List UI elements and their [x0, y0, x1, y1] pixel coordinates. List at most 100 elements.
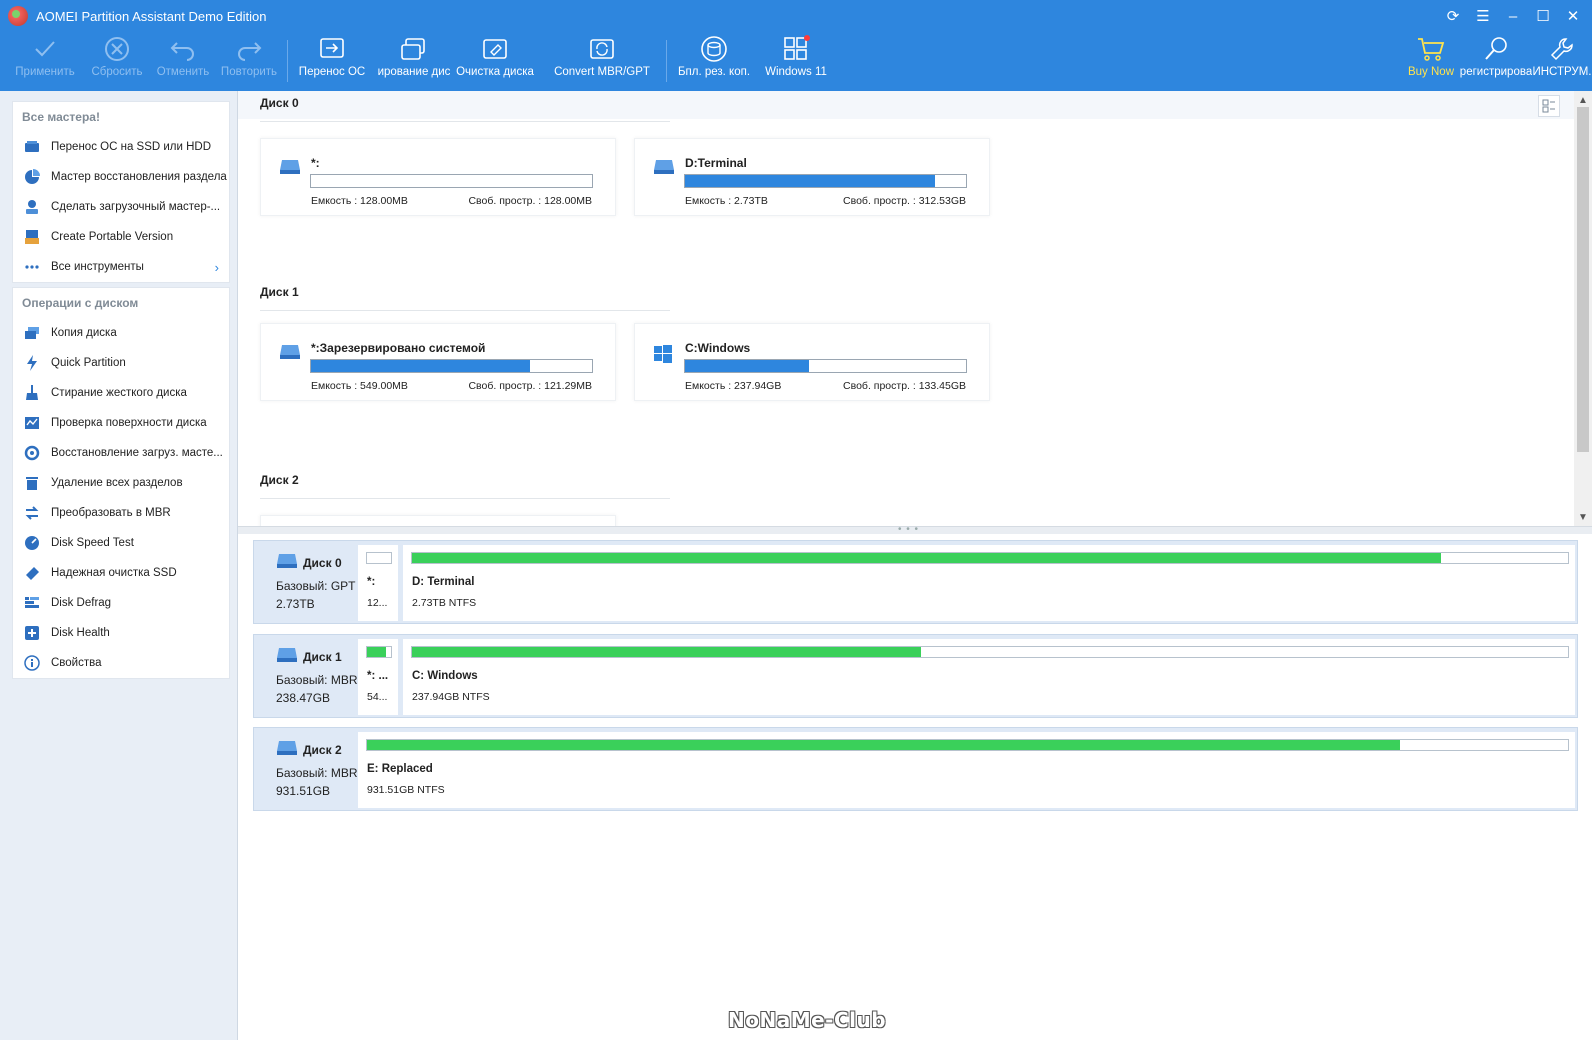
- sidebar-item-label: Восстановление загруз. масте...: [51, 447, 223, 459]
- wipe-disk-button[interactable]: Очистка диска: [455, 32, 535, 91]
- partition-info: 2.73TB NTFS: [412, 597, 477, 609]
- partition-card[interactable]: D:Terminal Емкость : 2.73TB Своб. простр. …: [634, 138, 990, 216]
- sidebar-item[interactable]: Disk Speed Test: [13, 528, 229, 558]
- maximize-icon[interactable]: ☐: [1528, 4, 1558, 28]
- app-logo-icon: [8, 6, 28, 26]
- sidebar-item[interactable]: Восстановление загруз. масте...: [13, 438, 229, 468]
- disk-icon: [279, 159, 301, 178]
- sidebar-item[interactable]: Все инструменты ›: [13, 252, 229, 282]
- partition-label: D: Terminal: [412, 576, 475, 588]
- recovery-icon: [23, 168, 41, 186]
- buy-now-button[interactable]: Buy Now: [1404, 32, 1458, 91]
- usage-bar-fill: [685, 360, 809, 372]
- sidebar-item[interactable]: Create Portable Version: [13, 222, 229, 252]
- disk-info[interactable]: Диск 0 Базовый: GPT 2.73TB: [254, 541, 358, 623]
- close-icon[interactable]: ✕: [1558, 4, 1588, 28]
- partition-block[interactable]: D: Terminal 2.73TB NTFS: [403, 545, 1575, 621]
- partition-block[interactable]: *: 12...: [358, 545, 398, 621]
- disk-icon: [653, 159, 675, 178]
- refresh-icon[interactable]: ⟳: [1438, 4, 1468, 28]
- pane-splitter[interactable]: • • •: [238, 524, 1592, 535]
- usage-bar: [684, 359, 967, 373]
- usage-bar-fill: [367, 647, 386, 657]
- health-icon: [23, 624, 41, 642]
- minimize-icon[interactable]: –: [1498, 4, 1528, 28]
- sidebar-item-label: Все инструменты: [51, 261, 144, 273]
- sidebar-item[interactable]: Мастер восстановления раздела: [13, 162, 229, 192]
- partition-card[interactable]: *:Зарезервировано системой Емкость : 549.…: [260, 323, 616, 401]
- sidebar-item[interactable]: Преобразовать в MBR: [13, 498, 229, 528]
- partition-block[interactable]: C: Windows 237.94GB NTFS: [403, 639, 1575, 715]
- tools-button[interactable]: ИНСТРУМ.: [1532, 32, 1592, 91]
- sidebar-item[interactable]: Копия диска: [13, 318, 229, 348]
- sidebar-item[interactable]: Стирание жесткого диска: [13, 378, 229, 408]
- windows11-button[interactable]: Windows 11: [760, 32, 832, 91]
- disk-info[interactable]: Диск 2 Базовый: MBR 931.51GB: [254, 728, 358, 810]
- sidebar-item[interactable]: Disk Defrag: [13, 588, 229, 618]
- menu-icon[interactable]: ☰: [1468, 4, 1498, 28]
- partition-card[interactable]: C:Windows Емкость : 237.94GB Своб. простр.…: [634, 323, 990, 401]
- rebuild-mbr-icon: [23, 444, 41, 462]
- reset-button[interactable]: Сбросить: [84, 32, 150, 91]
- redo-button[interactable]: Повторить: [216, 32, 282, 91]
- partition-free-space: Своб. простр. : 133.45GB: [843, 380, 966, 392]
- undo-button[interactable]: Отменить: [150, 32, 216, 91]
- usage-bar: [684, 174, 967, 188]
- scroll-down-icon[interactable]: ▼: [1574, 510, 1592, 524]
- portable-icon: [23, 228, 41, 246]
- sidebar-item[interactable]: Надежная очистка SSD: [13, 558, 229, 588]
- wrench-icon: [1548, 32, 1576, 66]
- cart-icon: [1416, 32, 1446, 66]
- partition-block[interactable]: E: Replaced 931.51GB NTFS: [358, 732, 1575, 808]
- sidebar-item[interactable]: Disk Health: [13, 618, 229, 648]
- partition-label: *:: [367, 576, 376, 588]
- disk-name: Диск 2: [303, 743, 342, 757]
- toolbar-separator: [287, 40, 288, 82]
- disk-type: Базовый: MBR: [276, 673, 358, 687]
- clone-disk-button[interactable]: ирование дис: [376, 32, 452, 91]
- usage-bar: [310, 359, 593, 373]
- wizards-title: Все мастера!: [22, 110, 100, 124]
- sidebar-item[interactable]: Quick Partition: [13, 348, 229, 378]
- disk-map-row[interactable]: Диск 0 Базовый: GPT 2.73TB *: 12... D: Termin…: [253, 540, 1578, 624]
- partition-card[interactable]: *: Емкость : 128.00MB Своб. простр. : 128.…: [260, 138, 616, 216]
- partition-free-space: Своб. простр. : 128.00MB: [468, 195, 592, 207]
- disk-map-row[interactable]: Диск 2 Базовый: MBR 931.51GB E: Replaced 931…: [253, 727, 1578, 811]
- disk-icon: [276, 553, 298, 572]
- scrollbar-thumb[interactable]: [1577, 107, 1589, 452]
- partition-name: C:Windows: [685, 341, 751, 355]
- partition-block[interactable]: *: ... 54...: [358, 639, 398, 715]
- migrate-os-button[interactable]: Перенос ОС: [296, 32, 368, 91]
- disk-copy-icon: [23, 324, 41, 342]
- partition-label: *: ...: [367, 670, 389, 682]
- disk-size: 2.73TB: [276, 597, 315, 611]
- usage-bar: [366, 646, 392, 658]
- scroll-up-icon[interactable]: ▲: [1574, 93, 1592, 107]
- sidebar-item[interactable]: Проверка поверхности диска: [13, 408, 229, 438]
- disk-info[interactable]: Диск 1 Базовый: MBR 238.47GB: [254, 635, 358, 717]
- partition-info: 12...: [367, 597, 388, 609]
- speedometer-icon: [23, 534, 41, 552]
- disk-map-row[interactable]: Диск 1 Базовый: MBR 238.47GB *: ... 54... C: …: [253, 634, 1578, 718]
- convert-mbr-gpt-button[interactable]: Convert MBR/GPT: [554, 32, 650, 91]
- surface-test-icon: [23, 414, 41, 432]
- disk-icon: [276, 740, 298, 759]
- sidebar-item[interactable]: Сделать загрузочный мастер-...: [13, 192, 229, 222]
- sidebar-item-label: Удаление всех разделов: [51, 477, 183, 489]
- migrate-icon: [23, 138, 41, 156]
- broom-icon: [23, 384, 41, 402]
- usage-bar-fill: [412, 553, 1441, 563]
- view-toggle-icon[interactable]: [1538, 95, 1560, 117]
- usage-bar: [411, 646, 1569, 658]
- partition-card[interactable]: [260, 515, 616, 526]
- key-search-icon: [1482, 32, 1510, 66]
- sidebar-item[interactable]: Свойства: [13, 648, 229, 678]
- sidebar-item[interactable]: Перенос ОС на SSD или HDD: [13, 132, 229, 162]
- sidebar-item[interactable]: Удаление всех разделов: [13, 468, 229, 498]
- check-icon: [32, 32, 58, 66]
- disk-name: Диск 1: [303, 650, 342, 664]
- register-button[interactable]: регистрирова: [1460, 32, 1532, 91]
- apply-button[interactable]: Применить: [12, 32, 78, 91]
- free-backup-button[interactable]: Бпл. рез. коп.: [674, 32, 754, 91]
- disk2-header: Диск 2: [260, 473, 299, 487]
